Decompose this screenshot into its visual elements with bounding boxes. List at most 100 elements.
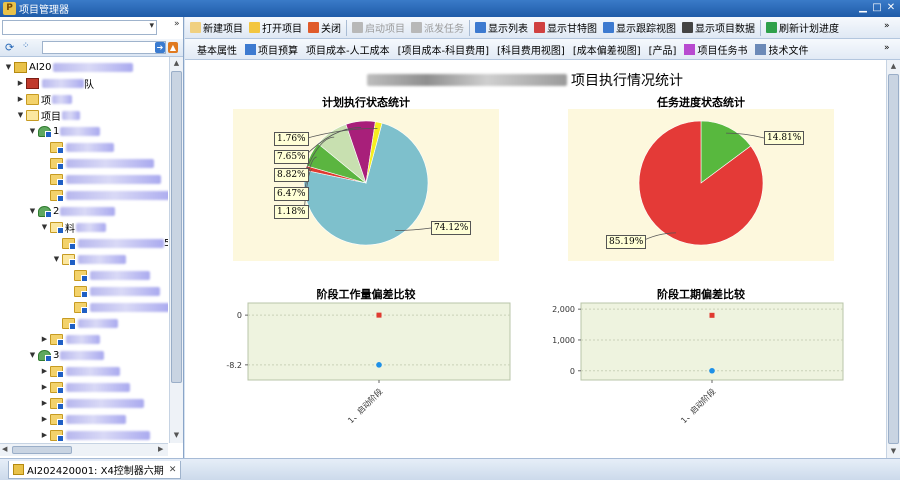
tab-2[interactable]: 项目预算 [241, 40, 302, 58]
tree-hscroll-thumb[interactable] [12, 446, 72, 454]
tree-node[interactable]: ▼ 料 [40, 219, 106, 235]
scroll-left-icon[interactable]: ◀ [2, 445, 7, 453]
redacted-text [78, 238, 164, 248]
search-go-icon[interactable]: ➔ [155, 42, 165, 53]
expand-icon[interactable]: ▶ [16, 95, 25, 103]
toolbar-button-10[interactable]: 刷新计划进度 [763, 19, 842, 37]
toolbar-button-3[interactable]: 关闭 [305, 19, 344, 37]
data-point-square [709, 312, 715, 318]
tab-5[interactable]: [科目费用视图] [493, 40, 569, 58]
tree-horizontal-scrollbar[interactable]: ◀ ▶ [0, 443, 168, 456]
expand-icon[interactable]: ▶ [40, 399, 49, 407]
expand-icon[interactable]: ▶ [40, 431, 49, 439]
scroll-right-icon[interactable]: ▶ [158, 445, 163, 453]
scroll-down-icon[interactable]: ▼ [170, 429, 183, 441]
toolbar-button-7[interactable]: 显示甘特图 [531, 19, 600, 37]
folder-icon [50, 429, 64, 442]
tree-node[interactable]: ▼ 3 [28, 347, 105, 363]
tree-node[interactable]: ▼ 1 [28, 123, 101, 139]
folder-icon [50, 365, 64, 378]
tree-node[interactable]: ▼ [52, 251, 126, 267]
tab-6[interactable]: [成本偏差视图] [569, 40, 645, 58]
expand-icon[interactable]: ▶ [40, 415, 49, 423]
tree-node-suffix: 队 [84, 79, 94, 91]
collapse-icon[interactable]: ▼ [4, 63, 13, 71]
tree-node[interactable] [64, 299, 168, 315]
tree-node[interactable] [40, 155, 154, 171]
tree-node[interactable] [40, 139, 114, 155]
tree-search-input[interactable] [42, 41, 166, 54]
scroll-up-icon[interactable]: ▲ [170, 57, 183, 69]
tab-4[interactable]: [项目成本-科目费用] [394, 40, 493, 58]
open-project-tab[interactable]: AI202420001: X4控制器六期 ✕ [8, 461, 182, 479]
expand-icon[interactable]: ▶ [40, 383, 49, 391]
tab-3[interactable]: 项目成本-人工成本 [302, 40, 394, 58]
expand-icon[interactable]: ▶ [16, 79, 25, 87]
scroll-up-icon[interactable]: ▲ [887, 60, 900, 72]
collapse-icon[interactable]: ▼ [28, 351, 37, 359]
tree-toolbar: ⟳ ⁘ ➔ ▲ [0, 39, 183, 57]
collapse-icon[interactable]: ▼ [28, 127, 37, 135]
tree-node[interactable] [52, 315, 118, 331]
refresh-icon[interactable]: ⟳ [5, 41, 14, 54]
maximize-icon[interactable]: □ [870, 1, 884, 15]
tree-node[interactable]: ▶ 项 [16, 91, 72, 107]
y-tick-label: 0 [570, 367, 575, 376]
tree-scroll-thumb[interactable] [171, 71, 182, 383]
close-tab-icon[interactable]: ✕ [169, 465, 177, 475]
track-view-icon [603, 22, 614, 33]
tree-vertical-scrollbar[interactable]: ▲ ▼ [169, 57, 183, 443]
tree-node[interactable]: ▶ [40, 363, 120, 379]
tree-node[interactable]: ▶ [40, 411, 126, 427]
tree-node[interactable]: ▼ 项目 [16, 107, 80, 123]
toolbar-button-1[interactable]: 新建项目 [187, 19, 246, 37]
tree-node[interactable]: ▶ [40, 331, 100, 347]
toolbar-button-9[interactable]: 显示项目数据 [679, 19, 758, 37]
locate-icon[interactable]: ▲ [168, 42, 178, 53]
scroll-down-icon[interactable]: ▼ [887, 445, 900, 457]
tree-node[interactable] [64, 267, 150, 283]
collapse-icon[interactable]: ▼ [52, 255, 61, 263]
close-icon[interactable]: ✕ [884, 1, 898, 15]
tab-8[interactable]: 项目任务书 [680, 40, 751, 58]
expand-icon[interactable]: ▶ [40, 367, 49, 375]
collapse-icon[interactable]: ▼ [16, 111, 25, 119]
tree-node[interactable] [40, 187, 168, 203]
toolbar-button-4[interactable]: 启动项目 [349, 19, 408, 37]
tree-node[interactable]: ▼ AI20 [4, 59, 133, 75]
tree-node[interactable] [40, 171, 161, 187]
project-filter-combo[interactable]: ▾ [2, 20, 157, 35]
tree-expand-icon[interactable]: ⁘ [22, 41, 30, 51]
tree-node[interactable]: ▼ 2 [28, 203, 116, 219]
panel-overflow-icon[interactable]: » [174, 19, 180, 29]
toolbar-overflow-icon[interactable]: » [884, 21, 894, 31]
collapse-icon[interactable]: ▼ [40, 223, 49, 231]
toolbar-button-label: 刷新计划进度 [779, 24, 839, 35]
minimize-icon[interactable]: ▁ [856, 1, 870, 15]
tree-node[interactable]: ▶ [40, 427, 150, 442]
tree-node[interactable]: ▶ 队 [16, 75, 94, 91]
content-vertical-scrollbar[interactable]: ▲ ▼ [886, 60, 900, 458]
status-check-icon [57, 402, 64, 410]
tab-7[interactable]: [产品] [645, 40, 681, 58]
collapse-icon[interactable]: ▼ [28, 207, 37, 215]
toolbar-button-5[interactable]: 派发任务 [408, 19, 467, 37]
toolbar-button-6[interactable]: 显示列表 [472, 19, 531, 37]
content-scroll-thumb[interactable] [888, 74, 899, 444]
tree-node[interactable]: ▶ [40, 379, 130, 395]
tree-node-suffix: 5 [164, 237, 168, 249]
redacted-text [90, 270, 150, 280]
toolbar-button-2[interactable]: 打开项目 [246, 19, 305, 37]
tree-node[interactable]: 5 [52, 235, 168, 251]
tab-label: 基本属性 [197, 45, 237, 57]
tab-9[interactable]: 技术文件 [751, 40, 812, 58]
expand-icon[interactable]: ▶ [40, 335, 49, 343]
folder-icon [74, 269, 88, 282]
tabbar-overflow-icon[interactable]: » [884, 43, 890, 53]
tree-node[interactable] [64, 283, 160, 299]
toolbar-button-8[interactable]: 显示跟踪视图 [600, 19, 679, 37]
chevron-down-icon[interactable]: ▾ [149, 21, 154, 31]
tree-node[interactable]: ▶ [40, 395, 144, 411]
status-check-icon [69, 258, 76, 266]
tab-1[interactable]: 基本属性 [193, 40, 241, 58]
